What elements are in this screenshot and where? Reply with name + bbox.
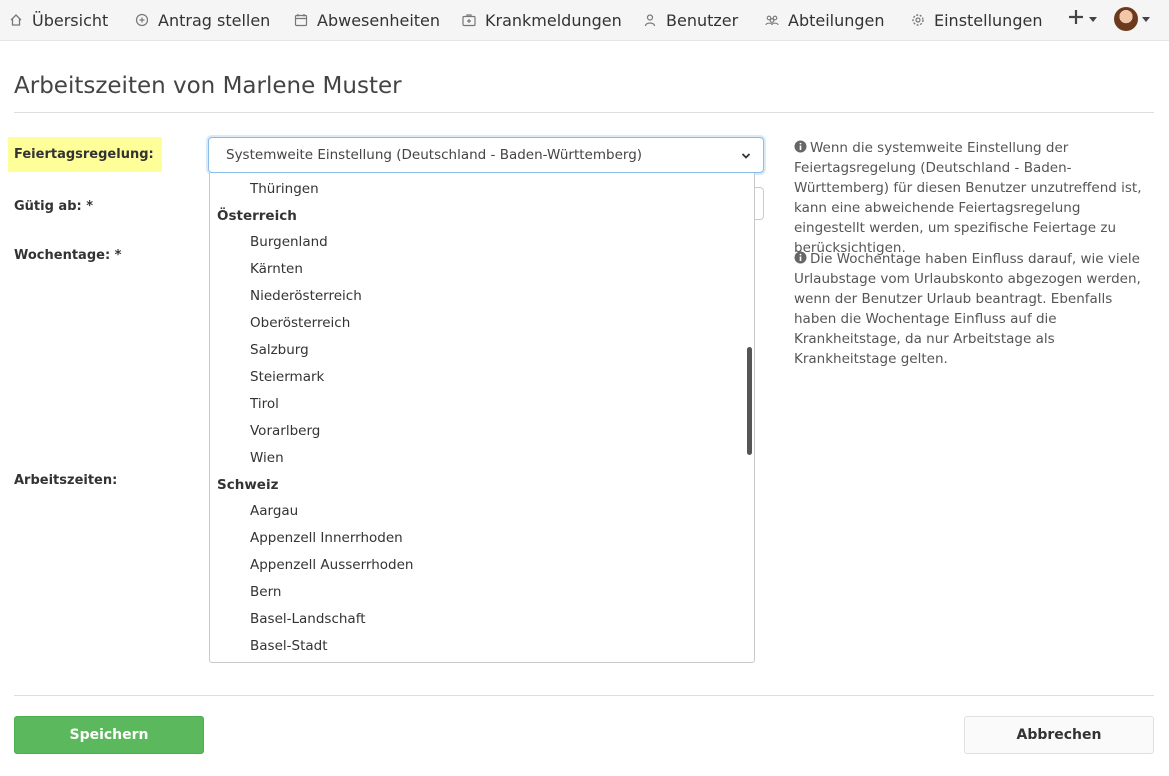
nav-absences[interactable]: Abwesenheiten	[294, 0, 440, 40]
holiday-help: Wenn die systemweite Einstellung der Fei…	[794, 138, 1149, 258]
holiday-label: Feiertagsregelung:	[8, 137, 162, 172]
dropdown-group-label: Österreich	[217, 208, 297, 224]
dropdown-option[interactable]: Basel-Landschaft	[250, 611, 366, 627]
holiday-select[interactable]: Systemweite Einstellung (Deutschland - B…	[208, 137, 764, 173]
working-times-label: Arbeitszeiten:	[14, 473, 118, 488]
nav-overview-label: Übersicht	[32, 10, 109, 30]
nav-new-request-label: Antrag stellen	[158, 10, 271, 30]
dropdown-option[interactable]: Oberösterreich	[250, 315, 350, 331]
nav-sick-notes-label: Krankmeldungen	[485, 10, 622, 30]
chevron-down-icon	[1142, 16, 1150, 22]
dropdown-option[interactable]: Niederösterreich	[250, 288, 362, 304]
user-menu[interactable]	[1114, 7, 1156, 31]
user-icon	[643, 13, 657, 27]
nav-users[interactable]: Benutzer	[643, 0, 738, 40]
group-icon	[765, 13, 779, 27]
dropdown-option[interactable]: Vorarlberg	[250, 423, 320, 439]
nav-settings-label: Einstellungen	[934, 10, 1043, 30]
valid-from-label: Gütig ab: *	[14, 199, 94, 214]
medical-bag-icon	[462, 13, 476, 27]
dropdown-option[interactable]: Thüringen	[250, 181, 319, 197]
dropdown-option[interactable]: Bern	[250, 584, 281, 600]
weekdays-help: Die Wochentage haben Einfluss darauf, wi…	[794, 249, 1149, 369]
dropdown-option[interactable]: Appenzell Innerrhoden	[250, 530, 403, 546]
quick-add-menu[interactable]	[1067, 8, 1105, 30]
plus-icon	[1067, 8, 1085, 30]
calendar-icon	[294, 13, 308, 27]
dropdown-option[interactable]: Tirol	[250, 396, 279, 412]
gear-icon	[911, 13, 925, 27]
divider	[14, 695, 1154, 696]
weekdays-label: Wochentage: *	[14, 248, 122, 263]
cancel-button[interactable]: Abbrechen	[964, 716, 1154, 754]
dropdown-option[interactable]: Wien	[250, 450, 284, 466]
page-title: Arbeitszeiten von Marlene Muster	[14, 73, 402, 99]
home-icon	[9, 13, 23, 27]
nav-new-request[interactable]: Antrag stellen	[135, 0, 270, 40]
chevron-down-icon	[741, 149, 751, 159]
nav-overview[interactable]: Übersicht	[9, 0, 108, 40]
dropdown-option[interactable]: Aargau	[250, 503, 298, 519]
dropdown-option[interactable]: Appenzell Ausserrhoden	[250, 557, 413, 573]
dropdown-scrollbar[interactable]	[747, 347, 752, 455]
top-navigation: Übersicht Antrag stellen Abwesenheiten K…	[0, 0, 1169, 41]
holiday-help-text: Wenn die systemweite Einstellung der Fei…	[794, 140, 1142, 256]
valid-from-input-edge	[755, 187, 764, 220]
holiday-select-value: Systemweite Einstellung (Deutschland - B…	[226, 147, 643, 163]
info-icon	[794, 139, 807, 153]
avatar	[1114, 7, 1138, 31]
nav-departments-label: Abteilungen	[788, 10, 885, 30]
nav-absences-label: Abwesenheiten	[317, 10, 441, 30]
dropdown-option[interactable]: Burgenland	[250, 234, 328, 250]
chevron-down-icon	[1089, 16, 1097, 22]
plus-circle-icon	[135, 13, 149, 27]
nav-departments[interactable]: Abteilungen	[765, 0, 885, 40]
dropdown-option[interactable]: Steiermark	[250, 369, 324, 385]
save-button[interactable]: Speichern	[14, 716, 204, 754]
dropdown-group-label: Schweiz	[217, 477, 279, 493]
nav-settings[interactable]: Einstellungen	[911, 0, 1042, 40]
info-icon	[794, 250, 807, 264]
nav-sick-notes[interactable]: Krankmeldungen	[462, 0, 622, 40]
holiday-dropdown-list[interactable]: Thüringen Österreich Burgenland Kärnten Nied…	[209, 173, 755, 663]
dropdown-option[interactable]: Kärnten	[250, 261, 303, 277]
divider	[14, 112, 1154, 113]
weekdays-help-text: Die Wochentage haben Einfluss darauf, wi…	[794, 251, 1141, 367]
dropdown-option[interactable]: Basel-Stadt	[250, 638, 328, 654]
dropdown-option[interactable]: Salzburg	[250, 342, 309, 358]
nav-users-label: Benutzer	[666, 10, 739, 30]
